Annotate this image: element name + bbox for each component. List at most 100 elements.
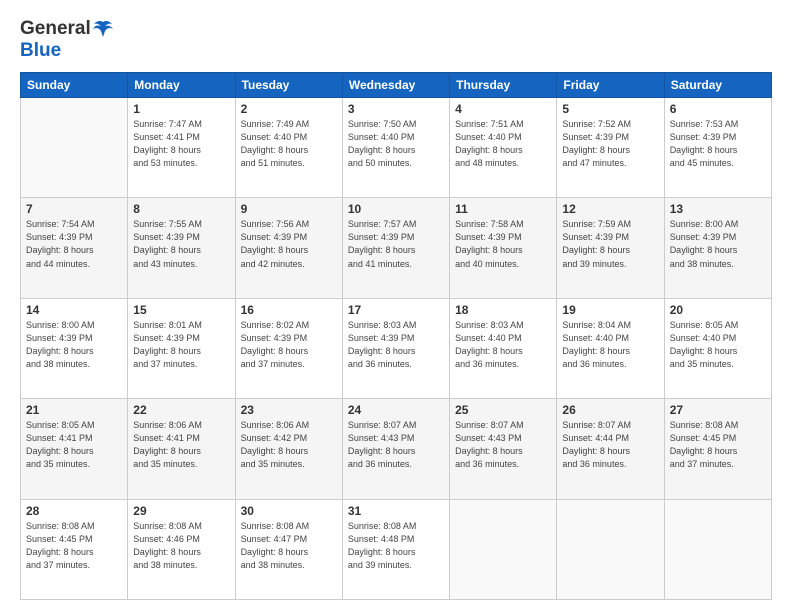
col-wednesday: Wednesday [342, 73, 449, 98]
day-info: Sunrise: 8:00 AM Sunset: 4:39 PM Dayligh… [670, 218, 766, 270]
table-row: 6 Sunrise: 7:53 AM Sunset: 4:39 PM Daylig… [664, 98, 771, 198]
day-info: Sunrise: 8:03 AM Sunset: 4:40 PM Dayligh… [455, 319, 551, 371]
day-info: Sunrise: 8:08 AM Sunset: 4:45 PM Dayligh… [26, 520, 122, 572]
table-row: 11 Sunrise: 7:58 AM Sunset: 4:39 PM Dayli… [450, 198, 557, 298]
day-info: Sunrise: 8:08 AM Sunset: 4:48 PM Dayligh… [348, 520, 444, 572]
table-row: 9 Sunrise: 7:56 AM Sunset: 4:39 PM Daylig… [235, 198, 342, 298]
table-row: 12Sunrise: 7:59 AM Sunset: 4:39 PM Dayli… [557, 198, 664, 298]
day-number: 26 [562, 403, 658, 417]
table-row: 31Sunrise: 8:08 AM Sunset: 4:48 PM Dayli… [342, 499, 449, 599]
table-row: 24 Sunrise: 8:07 AM Sunset: 4:43 PM Dayli… [342, 399, 449, 499]
calendar-table: Sunday Monday Tuesday Wednesday Thursday… [20, 72, 772, 600]
day-info: Sunrise: 8:05 AM Sunset: 4:40 PM Dayligh… [670, 319, 766, 371]
day-info: Sunrise: 7:53 AM Sunset: 4:39 PM Dayligh… [670, 118, 766, 170]
day-info: Sunrise: 7:47 AM Sunset: 4:41 PM Dayligh… [133, 118, 229, 170]
day-number: 11 [455, 202, 551, 216]
day-info: Sunrise: 7:58 AM Sunset: 4:39 PM Dayligh… [455, 218, 551, 270]
day-number: 7 [26, 202, 122, 216]
day-number: 4 [455, 102, 551, 116]
calendar-week-row: 14 Sunrise: 8:00 AM Sunset: 4:39 PM Dayli… [21, 298, 772, 398]
table-row [21, 98, 128, 198]
calendar-header-row: Sunday Monday Tuesday Wednesday Thursday… [21, 73, 772, 98]
col-thursday: Thursday [450, 73, 557, 98]
day-number: 6 [670, 102, 766, 116]
day-number: 21 [26, 403, 122, 417]
day-info: Sunrise: 7:49 AM Sunset: 4:40 PM Dayligh… [241, 118, 337, 170]
calendar-week-row: 7 Sunrise: 7:54 AM Sunset: 4:39 PM Daylig… [21, 198, 772, 298]
day-info: Sunrise: 7:55 AM Sunset: 4:39 PM Dayligh… [133, 218, 229, 270]
day-info: Sunrise: 7:52 AM Sunset: 4:39 PM Dayligh… [562, 118, 658, 170]
day-info: Sunrise: 8:01 AM Sunset: 4:39 PM Dayligh… [133, 319, 229, 371]
table-row: 29 Sunrise: 8:08 AM Sunset: 4:46 PM Dayli… [128, 499, 235, 599]
day-info: Sunrise: 8:06 AM Sunset: 4:41 PM Dayligh… [133, 419, 229, 471]
logo-bird-icon [93, 20, 113, 38]
day-number: 1 [133, 102, 229, 116]
day-number: 24 [348, 403, 444, 417]
day-info: Sunrise: 8:08 AM Sunset: 4:45 PM Dayligh… [670, 419, 766, 471]
table-row: 14 Sunrise: 8:00 AM Sunset: 4:39 PM Dayli… [21, 298, 128, 398]
day-number: 25 [455, 403, 551, 417]
table-row: 18 Sunrise: 8:03 AM Sunset: 4:40 PM Dayli… [450, 298, 557, 398]
day-number: 20 [670, 303, 766, 317]
day-number: 19 [562, 303, 658, 317]
col-monday: Monday [128, 73, 235, 98]
day-number: 29 [133, 504, 229, 518]
table-row: 16 Sunrise: 8:02 AM Sunset: 4:39 PM Dayli… [235, 298, 342, 398]
table-row: 4 Sunrise: 7:51 AM Sunset: 4:40 PM Daylig… [450, 98, 557, 198]
day-info: Sunrise: 8:08 AM Sunset: 4:46 PM Dayligh… [133, 520, 229, 572]
table-row: 3 Sunrise: 7:50 AM Sunset: 4:40 PM Daylig… [342, 98, 449, 198]
day-number: 15 [133, 303, 229, 317]
logo-general-text: General [20, 18, 91, 40]
day-number: 17 [348, 303, 444, 317]
logo-blue-text: Blue [20, 40, 61, 62]
day-info: Sunrise: 8:03 AM Sunset: 4:39 PM Dayligh… [348, 319, 444, 371]
table-row: 27 Sunrise: 8:08 AM Sunset: 4:45 PM Dayli… [664, 399, 771, 499]
day-info: Sunrise: 8:04 AM Sunset: 4:40 PM Dayligh… [562, 319, 658, 371]
day-info: Sunrise: 8:02 AM Sunset: 4:39 PM Dayligh… [241, 319, 337, 371]
table-row: 20 Sunrise: 8:05 AM Sunset: 4:40 PM Dayli… [664, 298, 771, 398]
table-row: 2 Sunrise: 7:49 AM Sunset: 4:40 PM Daylig… [235, 98, 342, 198]
table-row: 19 Sunrise: 8:04 AM Sunset: 4:40 PM Dayli… [557, 298, 664, 398]
day-info: Sunrise: 7:51 AM Sunset: 4:40 PM Dayligh… [455, 118, 551, 170]
day-number: 10 [348, 202, 444, 216]
day-number: 23 [241, 403, 337, 417]
day-number: 3 [348, 102, 444, 116]
table-row: 28Sunrise: 8:08 AM Sunset: 4:45 PM Dayli… [21, 499, 128, 599]
table-row [664, 499, 771, 599]
table-row: 7 Sunrise: 7:54 AM Sunset: 4:39 PM Daylig… [21, 198, 128, 298]
table-row: 5 Sunrise: 7:52 AM Sunset: 4:39 PM Daylig… [557, 98, 664, 198]
table-row [450, 499, 557, 599]
col-tuesday: Tuesday [235, 73, 342, 98]
table-row: 13 Sunrise: 8:00 AM Sunset: 4:39 PM Dayli… [664, 198, 771, 298]
col-friday: Friday [557, 73, 664, 98]
day-info: Sunrise: 7:56 AM Sunset: 4:39 PM Dayligh… [241, 218, 337, 270]
day-number: 22 [133, 403, 229, 417]
day-info: Sunrise: 7:50 AM Sunset: 4:40 PM Dayligh… [348, 118, 444, 170]
table-row: 10Sunrise: 7:57 AM Sunset: 4:39 PM Dayli… [342, 198, 449, 298]
day-number: 5 [562, 102, 658, 116]
table-row [557, 499, 664, 599]
day-info: Sunrise: 7:54 AM Sunset: 4:39 PM Dayligh… [26, 218, 122, 270]
day-number: 30 [241, 504, 337, 518]
day-number: 13 [670, 202, 766, 216]
day-number: 14 [26, 303, 122, 317]
day-number: 27 [670, 403, 766, 417]
table-row: 26 Sunrise: 8:07 AM Sunset: 4:44 PM Dayli… [557, 399, 664, 499]
table-row: 22 Sunrise: 8:06 AM Sunset: 4:41 PM Dayli… [128, 399, 235, 499]
logo: General Blue [20, 18, 114, 62]
calendar-week-row: 1 Sunrise: 7:47 AM Sunset: 4:41 PM Daylig… [21, 98, 772, 198]
day-number: 16 [241, 303, 337, 317]
col-sunday: Sunday [21, 73, 128, 98]
day-number: 9 [241, 202, 337, 216]
header: General Blue [20, 18, 772, 62]
col-saturday: Saturday [664, 73, 771, 98]
day-number: 2 [241, 102, 337, 116]
day-info: Sunrise: 8:07 AM Sunset: 4:44 PM Dayligh… [562, 419, 658, 471]
table-row: 30Sunrise: 8:08 AM Sunset: 4:47 PM Dayli… [235, 499, 342, 599]
table-row: 25Sunrise: 8:07 AM Sunset: 4:43 PM Dayli… [450, 399, 557, 499]
day-number: 18 [455, 303, 551, 317]
table-row: 1 Sunrise: 7:47 AM Sunset: 4:41 PM Daylig… [128, 98, 235, 198]
day-info: Sunrise: 8:07 AM Sunset: 4:43 PM Dayligh… [348, 419, 444, 471]
day-info: Sunrise: 7:59 AM Sunset: 4:39 PM Dayligh… [562, 218, 658, 270]
day-info: Sunrise: 8:00 AM Sunset: 4:39 PM Dayligh… [26, 319, 122, 371]
